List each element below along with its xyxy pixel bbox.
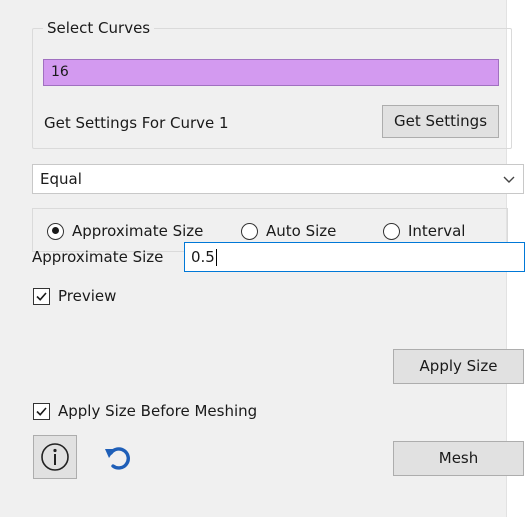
- apply-before-meshing-checkbox[interactable]: [33, 402, 50, 420]
- get-settings-button[interactable]: Get Settings: [382, 105, 499, 138]
- curve-selection-field[interactable]: 16: [43, 59, 499, 86]
- radio-button-checked[interactable]: [47, 222, 64, 240]
- chevron-down-icon: [503, 176, 515, 183]
- checkmark-icon: [36, 406, 47, 416]
- undo-icon[interactable]: [100, 440, 136, 476]
- radio-interval[interactable]: Interval: [383, 221, 465, 241]
- preview-label: Preview: [58, 287, 117, 305]
- apply-before-meshing-row[interactable]: Apply Size Before Meshing: [33, 401, 257, 421]
- radio-label-approximate-size: Approximate Size: [72, 222, 204, 240]
- radio-label-auto-size: Auto Size: [266, 222, 337, 240]
- text-caret: [215, 249, 217, 266]
- select-curves-group: Select Curves 16 Get Settings For Curve …: [32, 18, 512, 149]
- select-curves-title: Select Curves: [43, 18, 155, 38]
- checkmark-icon: [36, 291, 47, 301]
- radio-approximate-size[interactable]: Approximate Size: [47, 221, 203, 241]
- apply-size-button[interactable]: Apply Size: [393, 349, 524, 384]
- info-icon: [41, 443, 69, 471]
- approximate-size-label: Approximate Size: [32, 248, 164, 266]
- radio-label-interval: Interval: [408, 222, 466, 240]
- radio-auto-size[interactable]: Auto Size: [241, 221, 336, 241]
- get-settings-label: Get Settings For Curve 1: [44, 114, 229, 132]
- approximate-size-input[interactable]: 0.5: [184, 242, 525, 272]
- radio-button[interactable]: [383, 222, 400, 240]
- curve-mesh-panel: Select Curves 16 Get Settings For Curve …: [0, 0, 525, 517]
- distribution-select[interactable]: Equal: [32, 164, 524, 194]
- mesh-button[interactable]: Mesh: [393, 441, 524, 476]
- preview-checkbox-row[interactable]: Preview: [33, 286, 116, 306]
- radio-button[interactable]: [241, 222, 258, 240]
- distribution-select-value: Equal: [40, 170, 82, 188]
- info-button[interactable]: [33, 435, 77, 479]
- approximate-size-value: 0.5: [191, 248, 215, 266]
- preview-checkbox[interactable]: [33, 287, 50, 305]
- apply-before-meshing-label: Apply Size Before Meshing: [58, 402, 258, 420]
